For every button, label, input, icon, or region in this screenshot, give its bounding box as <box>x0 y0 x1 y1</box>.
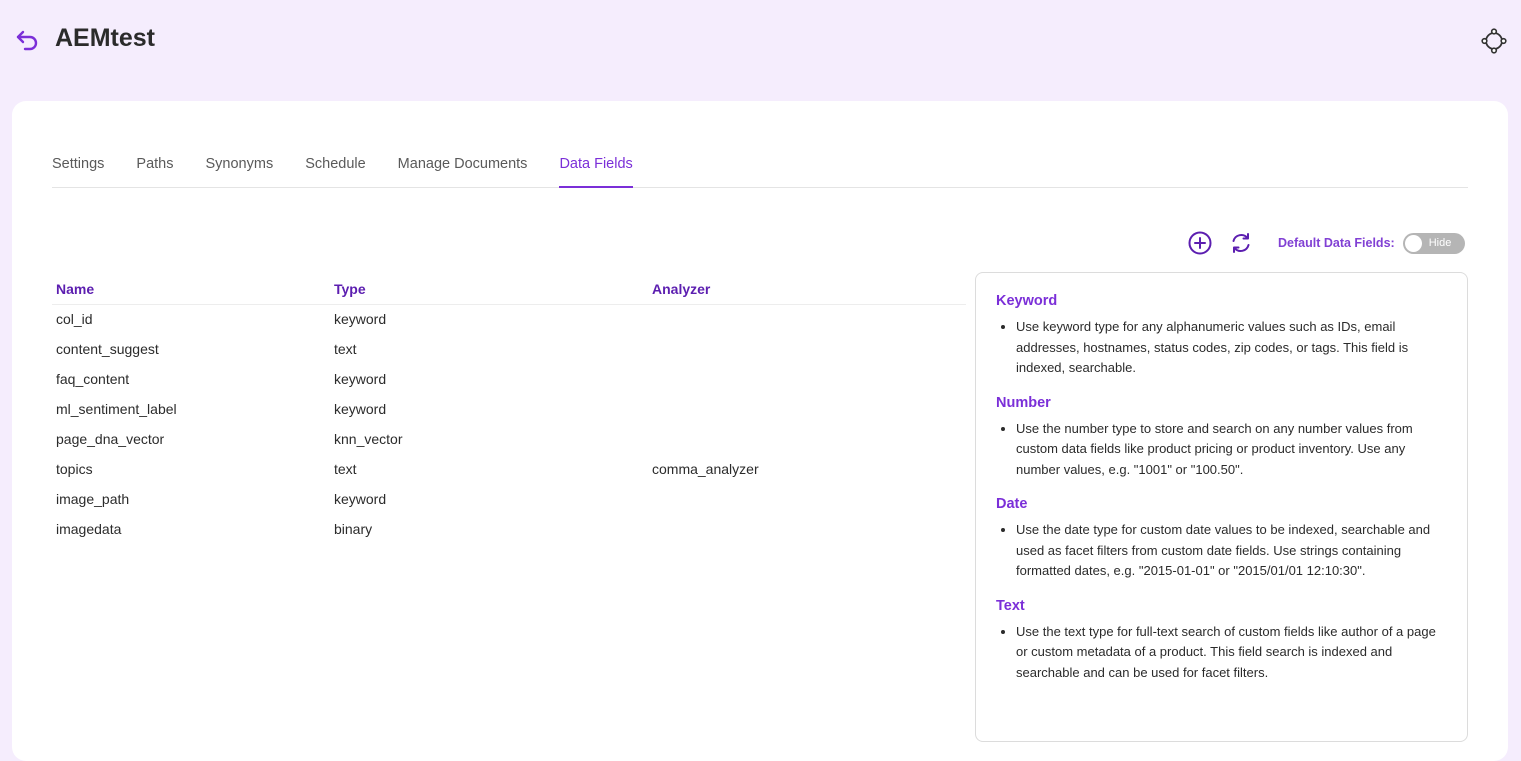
refresh-button[interactable] <box>1227 229 1255 257</box>
table-row[interactable]: imagedata binary <box>52 514 966 544</box>
table-row[interactable]: col_id keyword <box>52 304 966 334</box>
field-analyzer-cell <box>648 514 966 544</box>
field-type-cell: keyword <box>334 401 387 417</box>
tab-settings[interactable]: Settings <box>52 145 104 188</box>
info-section-title: Number <box>996 394 1051 411</box>
info-section-title: Text <box>996 597 1025 614</box>
info-section-text: Text Use the text type for full-text sea… <box>996 598 1447 684</box>
info-text: Use the text type for full-text search o… <box>1016 622 1447 684</box>
field-analyzer-cell: comma_analyzer <box>652 461 759 477</box>
add-field-button[interactable] <box>1186 229 1214 257</box>
info-section-date: Date Use the date type for custom date v… <box>996 496 1447 582</box>
settings-cog-icon <box>1480 27 1507 54</box>
field-name-cell: image_path <box>56 491 130 507</box>
table-row[interactable]: content_suggest text <box>52 334 966 364</box>
page-title: AEMtest <box>55 24 156 52</box>
tab-synonyms[interactable]: Synonyms <box>206 145 274 188</box>
refresh-icon <box>1232 233 1250 253</box>
info-list: Use the number type to store and search … <box>996 419 1447 481</box>
field-name-cell: faq_content <box>56 371 130 387</box>
field-name-cell: ml_sentiment_label <box>56 401 177 417</box>
field-type-info-panel: Keyword Use keyword type for any alphanu… <box>975 272 1468 742</box>
field-analyzer-cell <box>648 394 966 424</box>
table-row[interactable]: page_dna_vector knn_vector <box>52 424 966 454</box>
field-name-cell: content_suggest <box>56 341 159 357</box>
tab-schedule[interactable]: Schedule <box>305 145 365 188</box>
info-text: Use the date type for custom date values… <box>1016 520 1447 582</box>
tab-bar: Settings Paths Synonyms Schedule Manage … <box>52 145 1468 188</box>
field-name-cell: imagedata <box>56 521 122 537</box>
field-type-cell: knn_vector <box>334 431 403 447</box>
field-type-cell: text <box>334 341 357 357</box>
field-analyzer-cell <box>648 334 966 364</box>
info-list: Use the date type for custom date values… <box>996 520 1447 582</box>
table-row[interactable]: faq_content keyword <box>52 364 966 394</box>
field-name-cell: col_id <box>56 311 93 328</box>
field-type-cell: text <box>334 461 357 477</box>
info-list: Use keyword type for any alphanumeric va… <box>996 317 1447 379</box>
column-header-type[interactable]: Type <box>330 274 648 305</box>
data-fields-toolbar: Default Data Fields: Hide <box>1186 229 1470 257</box>
info-section-title: Date <box>996 496 1028 512</box>
tab-data-fields[interactable]: Data Fields <box>559 145 633 188</box>
main-card: Settings Paths Synonyms Schedule Manage … <box>12 101 1508 761</box>
column-header-analyzer[interactable]: Analyzer <box>648 274 966 305</box>
field-name-cell: topics <box>56 461 93 477</box>
table-row[interactable]: ml_sentiment_label keyword <box>52 394 966 424</box>
field-analyzer-cell <box>648 424 966 454</box>
back-button[interactable] <box>14 28 40 52</box>
default-data-fields-label: Default Data Fields: <box>1278 236 1395 250</box>
field-type-cell: keyword <box>334 311 387 328</box>
tab-paths[interactable]: Paths <box>136 145 173 188</box>
toggle-text: Hide <box>1428 236 1452 249</box>
field-type-cell: keyword <box>334 491 387 507</box>
field-type-cell: binary <box>334 521 373 537</box>
plus-circle-icon <box>1188 231 1212 255</box>
toggle-knob <box>1404 234 1422 252</box>
field-analyzer-cell <box>648 364 966 394</box>
info-list: Use the text type for full-text search o… <box>996 622 1447 684</box>
tab-manage-documents[interactable]: Manage Documents <box>398 145 528 188</box>
table-row[interactable]: image_path keyword <box>52 484 966 514</box>
settings-button[interactable] <box>1480 27 1507 54</box>
data-fields-table: Name Type Analyzer col_id keyword conten… <box>52 274 966 544</box>
field-name-cell: page_dna_vector <box>56 431 165 447</box>
info-section-title: Keyword <box>996 293 1058 309</box>
info-section-keyword: Keyword Use keyword type for any alphanu… <box>996 293 1447 379</box>
info-text: Use the number type to store and search … <box>1016 419 1447 481</box>
info-section-number: Number Use the number type to store and … <box>996 395 1447 481</box>
back-arrow-icon <box>16 30 38 51</box>
table-row[interactable]: topics text comma_analyzer <box>52 454 966 484</box>
field-type-cell: keyword <box>334 371 387 387</box>
field-analyzer-cell <box>648 484 966 514</box>
field-analyzer-cell <box>648 304 966 334</box>
info-text: Use keyword type for any alphanumeric va… <box>1016 317 1447 379</box>
table-header-row: Name Type Analyzer <box>52 274 966 305</box>
column-header-name[interactable]: Name <box>52 274 330 305</box>
default-data-fields-toggle[interactable]: Hide <box>1402 232 1465 254</box>
top-bar: AEMtest <box>0 0 1521 80</box>
